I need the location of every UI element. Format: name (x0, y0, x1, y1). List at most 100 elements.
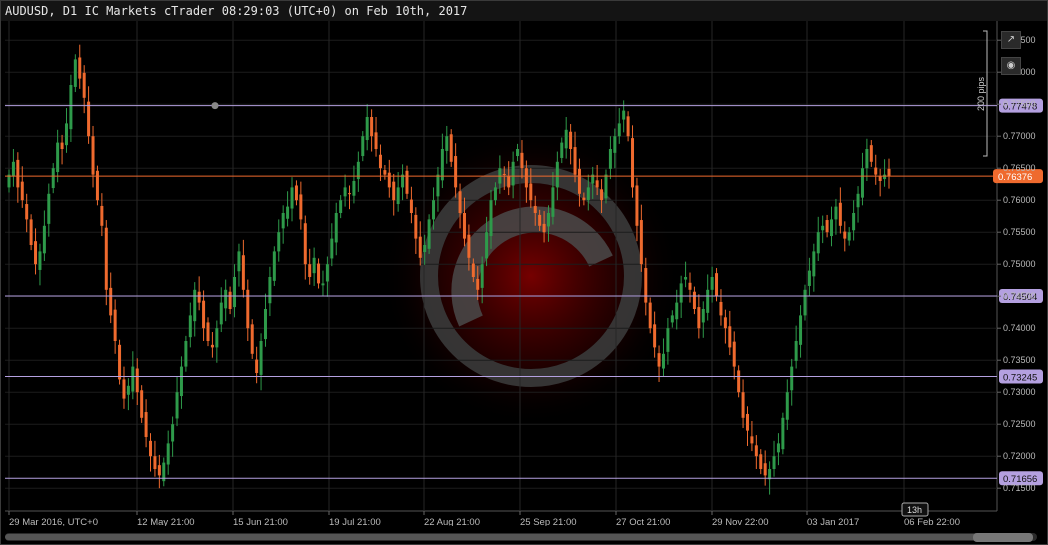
candle-body (82, 72, 86, 98)
candle-body (69, 85, 73, 130)
chart-window: AUDUSD, D1 IC Markets cTrader 08:29:03 (… (0, 0, 1048, 545)
candle-body (290, 187, 294, 209)
candle-body (449, 134, 453, 162)
current-price-label: 0.76376 (998, 172, 1032, 183)
external-link-icon[interactable]: ↗ (1001, 31, 1021, 49)
pips-label: 200 pips (976, 76, 986, 111)
candle-body (715, 273, 719, 297)
candle-body (383, 170, 387, 175)
y-tick-label: 0.77000 (1003, 131, 1036, 141)
candle-body (175, 392, 179, 419)
x-tick-label: 15 Jun 21:00 (233, 517, 288, 526)
candle-body (325, 264, 329, 282)
candle-body (631, 138, 635, 188)
candle-body (392, 181, 396, 201)
candle-body (427, 219, 431, 249)
candle-body (476, 278, 480, 290)
candle-body (255, 359, 259, 373)
candle-body (166, 443, 170, 465)
candle-body (551, 187, 555, 217)
candle-body (339, 200, 343, 213)
y-tick-label: 0.75500 (1003, 227, 1036, 237)
candle-body (215, 328, 219, 348)
candle-body (91, 136, 95, 175)
candle-body (661, 353, 665, 369)
y-tick-label: 0.74000 (1003, 323, 1036, 333)
candle-body (803, 289, 807, 316)
candle-body (626, 116, 630, 137)
candle-body (224, 289, 228, 309)
x-tick-label: 12 May 21:00 (137, 517, 195, 526)
candle-body (741, 392, 745, 418)
candle-body (759, 454, 763, 469)
candle-body (776, 443, 780, 453)
y-tick-label: 0.72000 (1003, 451, 1036, 461)
candle-body (604, 174, 608, 199)
candle-body (334, 213, 338, 243)
candle-body (312, 257, 316, 274)
candle-body (538, 214, 542, 226)
x-tick-label: 29 Nov 22:00 (712, 517, 769, 526)
candle-body (869, 145, 873, 162)
y-tick-label: 0.77500 (1003, 99, 1036, 109)
candle-body (445, 136, 449, 151)
candle-body (250, 324, 254, 354)
x-tick-label: 25 Sep 21:00 (520, 517, 577, 526)
candle-body (825, 220, 829, 233)
x-tick-label: 19 Jul 21:00 (329, 517, 381, 526)
candle-body (118, 344, 122, 380)
candle-body (533, 205, 537, 213)
camera-icon[interactable]: ◉ (1001, 57, 1021, 75)
candle-body (670, 315, 674, 323)
candle-body (524, 168, 528, 188)
candle-body (586, 187, 590, 201)
scrollbar-end-handle[interactable] (973, 533, 1033, 542)
price-axis[interactable]: 0.785000.780000.775000.770000.765000.760… (997, 35, 1036, 493)
candle-body (277, 232, 281, 252)
scrollbar-thumb[interactable] (5, 534, 977, 540)
candle-body (144, 412, 148, 437)
candle-body (648, 302, 652, 329)
candle-body (834, 206, 838, 220)
candle-body (781, 417, 785, 450)
candle-body (361, 136, 365, 157)
candle-body (874, 167, 878, 175)
candle-body (56, 142, 60, 173)
candle-body (29, 219, 33, 245)
candle-body (480, 264, 484, 288)
candle-body (582, 197, 586, 201)
candle-body (750, 436, 754, 444)
candle-body (171, 424, 175, 442)
candle-body (723, 317, 727, 329)
candle-body (348, 193, 352, 195)
candle-body (268, 277, 272, 304)
candle-body (622, 110, 626, 120)
candle-body (613, 136, 617, 153)
candle-body (387, 172, 391, 188)
candle-body (728, 326, 732, 348)
candle-body (321, 283, 325, 286)
candle-body (732, 341, 736, 367)
candle-body (263, 309, 267, 340)
horizontal-scrollbar[interactable] (5, 533, 1037, 541)
candle-body (458, 191, 462, 213)
candle-body (754, 445, 758, 457)
candle-body (193, 289, 197, 322)
candle-body (471, 263, 475, 277)
time-axis[interactable]: 29 Mar 2016, UTC+0 12 May 21:00 15 Jun 21:… (8, 502, 960, 526)
candle-body (843, 231, 847, 239)
candle-body (202, 300, 206, 329)
candle-body (883, 174, 887, 180)
candle-body (405, 170, 409, 194)
candle-body (396, 187, 400, 205)
candle-body (763, 463, 767, 476)
candle-body (812, 251, 816, 277)
candle-body (856, 193, 860, 208)
level-label: 0.73245 (1003, 373, 1037, 384)
candle-body (153, 456, 157, 469)
candle-body (675, 302, 679, 320)
candle-body (272, 251, 276, 281)
candle-body (126, 385, 130, 395)
y-tick-label: 0.75000 (1003, 259, 1036, 269)
candlestick-chart[interactable]: 0.774780.745040.732450.716560.76376 0.78… (1, 21, 1047, 526)
